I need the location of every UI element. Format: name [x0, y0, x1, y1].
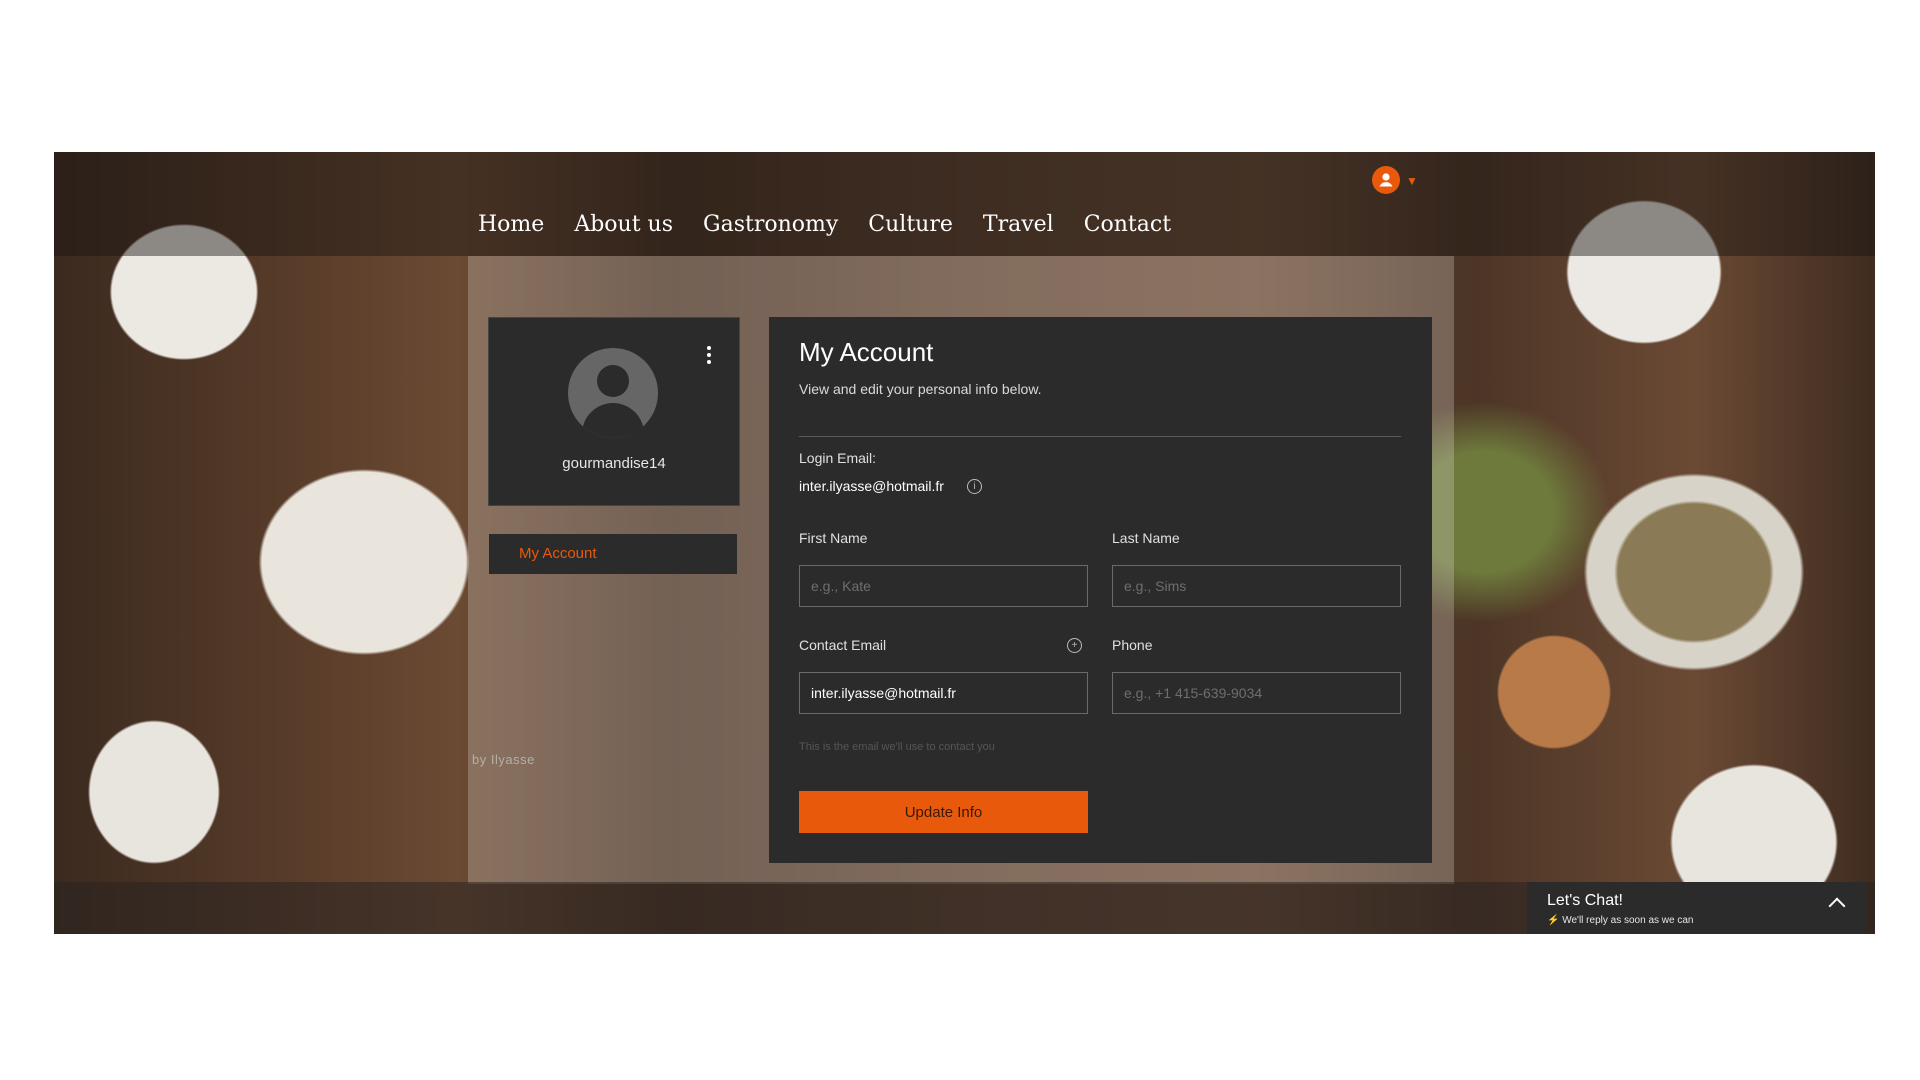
user-avatar-icon[interactable]: [1372, 166, 1400, 194]
divider: [799, 436, 1401, 437]
chat-subtitle: ⚡ We'll reply as soon as we can: [1547, 915, 1693, 926]
phone-label: Phone: [1112, 637, 1153, 653]
avatar-body: [582, 403, 644, 438]
chat-subtitle-text: We'll reply as soon as we can: [1562, 915, 1694, 926]
contact-email-label: Contact Email: [799, 637, 887, 653]
profile-username: gourmandise14: [562, 455, 666, 472]
phone-field[interactable]: [1112, 672, 1401, 714]
footer-credit: by Ilyasse: [472, 752, 535, 767]
contact-email-helper: This is the email we'll use to contact y…: [799, 741, 995, 753]
last-name-field[interactable]: [1112, 565, 1401, 607]
sidebar-item-my-account[interactable]: My Account: [489, 534, 737, 574]
avatar: [568, 348, 658, 438]
login-email-label: Login Email:: [799, 450, 877, 466]
add-icon[interactable]: +: [1067, 638, 1082, 653]
first-name-field[interactable]: [799, 565, 1088, 607]
avatar-head: [597, 365, 629, 397]
last-name-label: Last Name: [1112, 530, 1180, 546]
nav-culture[interactable]: Culture: [868, 212, 953, 237]
nav-gastronomy[interactable]: Gastronomy: [703, 212, 838, 237]
nav-contact[interactable]: Contact: [1084, 212, 1171, 237]
chevron-up-icon[interactable]: [1828, 897, 1846, 915]
contact-email-field[interactable]: [799, 672, 1088, 714]
page-title: My Account: [799, 337, 934, 367]
lightning-icon: ⚡: [1547, 915, 1560, 926]
site-ui: ▼ Home About us Gastronomy Culture Trave…: [54, 152, 1875, 934]
main-nav: Home About us Gastronomy Culture Travel …: [478, 212, 1171, 237]
nav-travel[interactable]: Travel: [983, 212, 1054, 237]
chat-title: Let's Chat!: [1547, 892, 1623, 909]
chat-widget[interactable]: Let's Chat! ⚡ We'll reply as soon as we …: [1527, 882, 1865, 934]
account-panel: My Account View and edit your personal i…: [769, 317, 1432, 863]
nav-about-us[interactable]: About us: [574, 212, 673, 237]
first-name-label: First Name: [799, 530, 868, 546]
login-email-value: inter.ilyasse@hotmail.fr: [799, 478, 944, 494]
update-info-button[interactable]: Update Info: [799, 791, 1088, 833]
kebab-menu-icon[interactable]: [707, 346, 711, 364]
profile-card: gourmandise14: [488, 317, 740, 506]
chevron-down-icon[interactable]: ▼: [1406, 174, 1418, 188]
page-subtitle: View and edit your personal info below.: [799, 381, 1042, 397]
nav-home[interactable]: Home: [478, 212, 544, 237]
info-icon[interactable]: i: [967, 479, 982, 494]
